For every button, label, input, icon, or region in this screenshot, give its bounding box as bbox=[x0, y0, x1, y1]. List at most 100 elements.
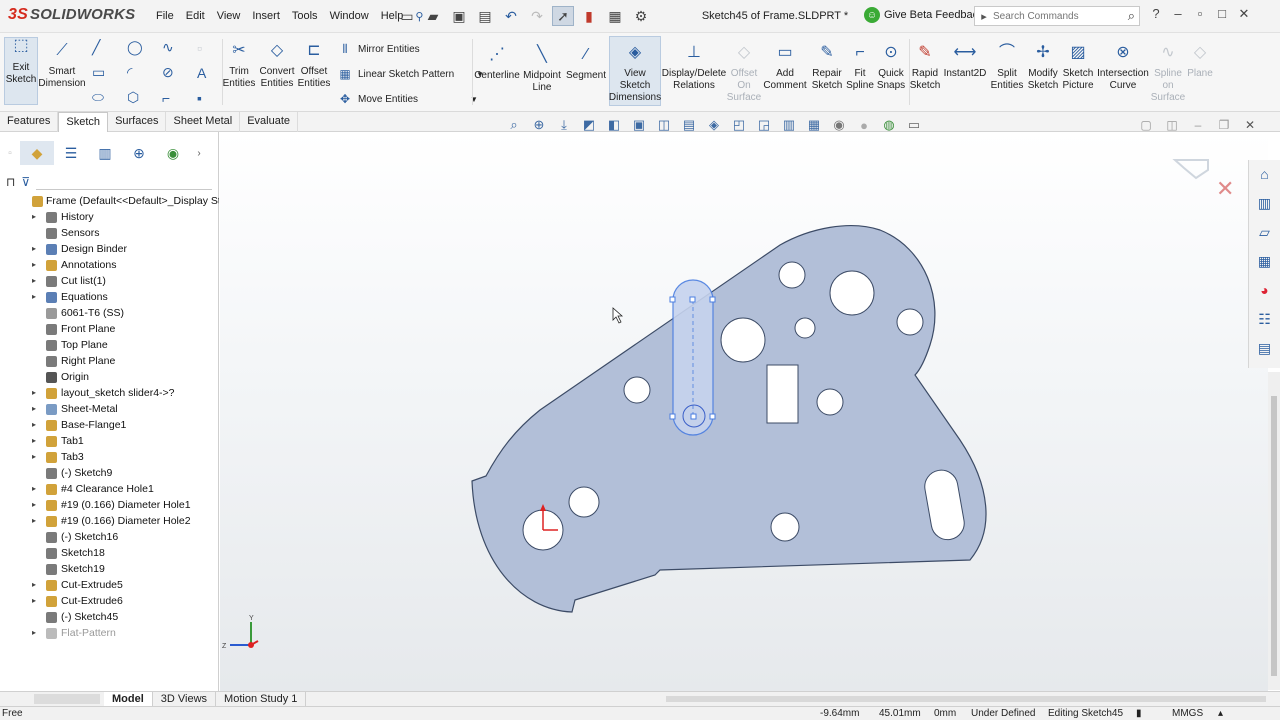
search-commands-input[interactable] bbox=[993, 10, 1113, 22]
sheet-metal-part[interactable] bbox=[471, 225, 987, 613]
smart-dimension-button[interactable]: ⟋ Smart Dimension bbox=[38, 39, 85, 90]
hide-show-items-icon[interactable]: ▤ bbox=[679, 116, 699, 134]
tree-item[interactable]: ▸ #19 (0.166) Diameter Hole1 bbox=[0, 497, 219, 513]
tree-item[interactable]: Right Plane bbox=[0, 353, 219, 369]
dimxpert-icon[interactable]: ⊕ bbox=[122, 141, 156, 165]
text-icon[interactable]: A bbox=[197, 64, 214, 81]
control-point[interactable] bbox=[709, 413, 716, 420]
tree-item[interactable]: ▸ Base-Flange1 bbox=[0, 417, 219, 433]
viewport-split-icon[interactable]: ◫ bbox=[1164, 118, 1180, 132]
control-point[interactable] bbox=[669, 296, 676, 303]
solidworks-resources-icon[interactable]: ⌂ bbox=[1255, 164, 1275, 184]
intersection-curve-button[interactable]: ⊗ Intersection Curve bbox=[1096, 41, 1150, 92]
undo-icon[interactable]: ↶ bbox=[500, 6, 522, 26]
print-icon[interactable]: ▤ bbox=[474, 6, 496, 26]
tree-item[interactable]: ▸ History bbox=[0, 209, 219, 225]
modify-sketch-button[interactable]: ✢ Modify Sketch bbox=[1024, 41, 1062, 92]
plane-button[interactable]: ◇ Plane bbox=[1184, 41, 1216, 80]
expand-arrow-icon[interactable]: ▸ bbox=[32, 625, 36, 641]
hole[interactable] bbox=[568, 486, 600, 518]
polygon-icon[interactable]: ⬡ bbox=[127, 89, 144, 106]
hole[interactable] bbox=[896, 308, 924, 336]
expand-arrow-icon[interactable]: ▸ bbox=[32, 257, 36, 273]
line-icon[interactable]: ╱ bbox=[92, 39, 109, 56]
expand-arrow-icon[interactable]: ▸ bbox=[32, 449, 36, 465]
graphics-area[interactable]: Y Z ✕ bbox=[220, 132, 1268, 691]
close-icon[interactable]: ✕ bbox=[1236, 6, 1252, 22]
tree-item[interactable]: ▸ Equations bbox=[0, 289, 219, 305]
selected-slot-sketch[interactable] bbox=[669, 279, 716, 436]
linear-sketch-pattern-button[interactable]: ▦ Linear Sketch Pattern ▼ bbox=[336, 66, 484, 82]
control-point[interactable] bbox=[689, 296, 696, 303]
expand-arrow-icon[interactable]: ▸ bbox=[32, 481, 36, 497]
appearance-sphere-icon[interactable]: ◍ bbox=[879, 116, 899, 134]
rebuild-icon[interactable]: ▮ bbox=[578, 6, 600, 26]
midpoint-line-button[interactable]: ╲ Midpoint Line bbox=[520, 43, 564, 94]
cancel-sketch-icon[interactable]: ✕ bbox=[1216, 176, 1234, 201]
expand-arrow-icon[interactable]: ▸ bbox=[32, 433, 36, 449]
viewport-close-icon[interactable]: ✕ bbox=[1242, 118, 1258, 132]
expand-arrow-icon[interactable]: ▸ bbox=[32, 209, 36, 225]
expand-arrow-icon[interactable]: ▸ bbox=[32, 385, 36, 401]
view-settings-icon[interactable]: ◲ bbox=[754, 116, 774, 134]
viewport-tile-icon[interactable]: ▢ bbox=[1138, 118, 1154, 132]
tree-item[interactable]: ▸ Tab3 bbox=[0, 449, 219, 465]
ellipse-icon[interactable]: ⊘ bbox=[162, 64, 179, 81]
expand-arrow-icon[interactable]: ▸ bbox=[32, 401, 36, 417]
appearances-scenes-icon[interactable]: ◕ bbox=[1255, 280, 1275, 300]
tree-root-frame[interactable]: Frame (Default<<Default>_Display St bbox=[0, 193, 219, 209]
viewport-restore-icon[interactable]: ❐ bbox=[1216, 118, 1232, 132]
convert-entities-button[interactable]: ◇ Convert Entities bbox=[256, 39, 298, 90]
tree-item[interactable]: Top Plane bbox=[0, 337, 219, 353]
standard-views-icon[interactable]: ▥ bbox=[779, 116, 799, 134]
tree-item[interactable]: (-) Sketch45 bbox=[0, 609, 219, 625]
tree-filter-input[interactable] bbox=[36, 174, 213, 190]
spline-on-surface-button[interactable]: ∿ Spline on Surface bbox=[1150, 41, 1186, 104]
arc-icon[interactable]: ◜ bbox=[127, 64, 144, 81]
part-model-drawing[interactable]: Y Z ✕ bbox=[220, 132, 1268, 691]
fit-spline-button[interactable]: ⌐ Fit Spline bbox=[844, 41, 876, 92]
viewport-minimize-icon[interactable]: – bbox=[1190, 118, 1206, 132]
redo-icon[interactable]: ↷ bbox=[526, 6, 548, 26]
scrollbar-thumb[interactable] bbox=[1271, 396, 1277, 676]
point-icon[interactable]: ▪ bbox=[197, 89, 214, 106]
tab-evaluate[interactable]: Evaluate bbox=[240, 112, 298, 132]
tab-features[interactable]: Features bbox=[0, 112, 59, 132]
move-entities-button[interactable]: ✥ Move Entities ▼ bbox=[336, 91, 478, 107]
control-point[interactable] bbox=[669, 413, 676, 420]
expand-arrow-icon[interactable]: ▸ bbox=[32, 273, 36, 289]
mirror-entities-button[interactable]: ⫴ Mirror Entities bbox=[336, 41, 419, 57]
custom-properties-icon[interactable]: ☷ bbox=[1255, 309, 1275, 329]
file-explorer-icon[interactable]: ▱ bbox=[1255, 222, 1275, 242]
tree-item[interactable]: ▸ layout_sketch slider4->? bbox=[0, 385, 219, 401]
control-point[interactable] bbox=[690, 413, 697, 420]
help-icon[interactable]: ? bbox=[1148, 6, 1164, 22]
sketch-faint-icon[interactable]: ▫ bbox=[197, 39, 214, 56]
options-gear-icon[interactable]: ⚙ bbox=[630, 6, 652, 26]
expand-arrow-icon[interactable]: ▸ bbox=[32, 497, 36, 513]
zoom-to-area-icon[interactable]: ⊕ bbox=[529, 116, 549, 134]
tab-surfaces[interactable]: Surfaces bbox=[108, 112, 167, 132]
offset-entities-button[interactable]: ⊏ Offset Entities bbox=[296, 39, 332, 90]
hole[interactable] bbox=[794, 317, 816, 339]
instant2d-button[interactable]: ⟷ Instant2D bbox=[942, 41, 988, 80]
minimize-icon[interactable]: – bbox=[1170, 6, 1186, 22]
display-style-icon[interactable]: ◫ bbox=[654, 116, 674, 134]
tree-item[interactable]: ▸ #4 Clearance Hole1 bbox=[0, 481, 219, 497]
tree-item[interactable]: Origin bbox=[0, 369, 219, 385]
dynamic-annotation-icon[interactable]: ◧ bbox=[604, 116, 624, 134]
rectangle-icon[interactable]: ▭ bbox=[92, 64, 109, 81]
tree-item[interactable]: ▸ Design Binder bbox=[0, 241, 219, 257]
tree-item[interactable]: ▸ #19 (0.166) Diameter Hole2 bbox=[0, 513, 219, 529]
menu-edit[interactable]: Edit bbox=[180, 10, 211, 23]
view-palette-icon[interactable]: ▦ bbox=[1255, 251, 1275, 271]
view-orientation-icon[interactable]: ▣ bbox=[629, 116, 649, 134]
configuration-manager-icon[interactable]: ▥ bbox=[88, 141, 122, 165]
expand-arrow-icon[interactable]: ▸ bbox=[32, 577, 36, 593]
hole[interactable] bbox=[816, 388, 844, 416]
tree-item[interactable]: Sketch18 bbox=[0, 545, 219, 561]
menu-tools[interactable]: Tools bbox=[286, 10, 324, 23]
expand-arrow-icon[interactable]: ▸ bbox=[32, 513, 36, 529]
apply-scene-icon[interactable]: ◰ bbox=[729, 116, 749, 134]
maximize-icon[interactable]: □ bbox=[1214, 6, 1230, 22]
